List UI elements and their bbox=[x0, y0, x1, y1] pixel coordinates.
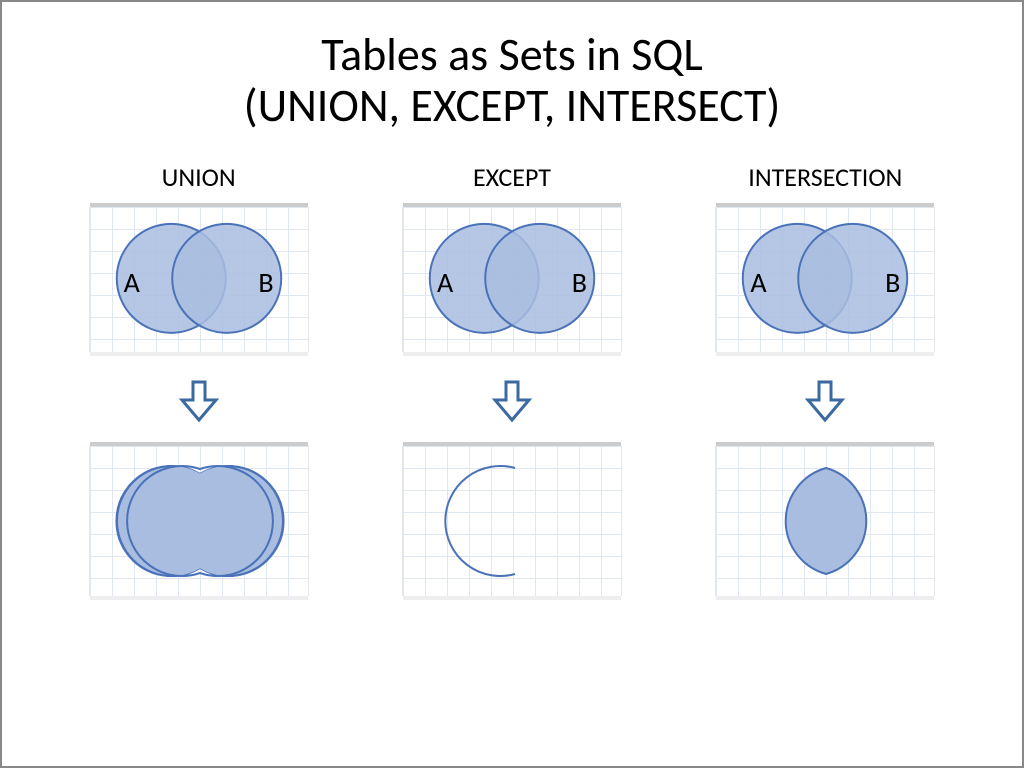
venn-diagram-icon bbox=[403, 207, 621, 351]
venn-panel-intersection: A B bbox=[715, 207, 935, 352]
union-shape-icon bbox=[90, 446, 310, 596]
result-panel-union bbox=[89, 446, 309, 596]
venn-diagram-icon bbox=[90, 207, 308, 351]
set-b-label: B bbox=[572, 265, 587, 300]
columns: UNION A B bbox=[2, 161, 1022, 596]
result-panel-except bbox=[402, 446, 622, 596]
title-line-1: Tables as Sets in SQL bbox=[321, 27, 702, 83]
venn-panel-union: A B bbox=[89, 207, 309, 352]
column-union: UNION A B bbox=[59, 161, 339, 596]
title-line-2: (UNION, EXCEPT, INTERSECT) bbox=[244, 78, 781, 134]
except-shape-icon bbox=[403, 446, 623, 596]
column-label-intersection: INTERSECTION bbox=[748, 161, 902, 193]
arrow-down-icon bbox=[802, 378, 848, 424]
slide: Tables as Sets in SQL (UNION, EXCEPT, IN… bbox=[0, 0, 1024, 768]
column-label-except: EXCEPT bbox=[473, 161, 551, 193]
slide-title: Tables as Sets in SQL (UNION, EXCEPT, IN… bbox=[2, 30, 1022, 131]
set-a-label: A bbox=[437, 265, 453, 300]
set-b-label: B bbox=[885, 265, 900, 300]
arrow-down-icon bbox=[489, 378, 535, 424]
column-intersection: INTERSECTION A B bbox=[685, 161, 965, 596]
arrow-down-icon bbox=[176, 378, 222, 424]
set-a-label: A bbox=[124, 265, 140, 300]
venn-diagram-icon bbox=[716, 207, 934, 351]
column-label-union: UNION bbox=[162, 161, 236, 193]
set-a-label: A bbox=[750, 265, 766, 300]
intersection-shape-icon bbox=[716, 446, 936, 596]
column-except: EXCEPT A B bbox=[372, 161, 652, 596]
result-panel-intersection bbox=[715, 446, 935, 596]
set-b-label: B bbox=[258, 265, 273, 300]
venn-panel-except: A B bbox=[402, 207, 622, 352]
